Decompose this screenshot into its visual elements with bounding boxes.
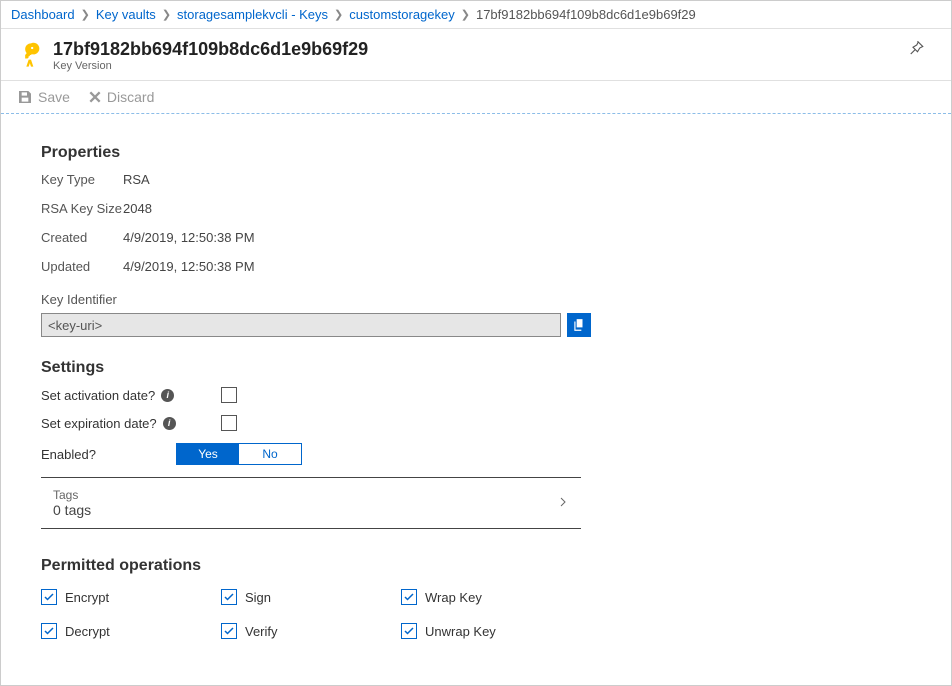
discard-label: Discard <box>107 89 154 105</box>
operation-label: Unwrap Key <box>425 624 496 639</box>
breadcrumb-link-key[interactable]: customstoragekey <box>349 7 455 22</box>
tags-row[interactable]: Tags 0 tags <box>41 478 581 529</box>
rsa-size-label: RSA Key Size <box>41 201 123 216</box>
chevron-right-icon: ❯ <box>334 8 343 21</box>
operation-sign[interactable]: Sign <box>221 589 401 605</box>
copy-icon <box>572 318 586 332</box>
settings-heading: Settings <box>41 359 911 377</box>
enabled-label: Enabled? <box>41 447 96 462</box>
checkbox-checked-icon <box>401 589 417 605</box>
breadcrumb: Dashboard ❯ Key vaults ❯ storagesamplekv… <box>1 1 951 29</box>
operation-label: Verify <box>245 624 278 639</box>
expiration-label: Set expiration date? <box>41 416 157 431</box>
operation-unwrap[interactable]: Unwrap Key <box>401 623 581 639</box>
save-icon <box>17 89 33 105</box>
key-type-value: RSA <box>123 172 911 187</box>
page-title: 17bf9182bb694f109b8dc6d1e9b69f29 <box>53 39 368 60</box>
activation-label: Set activation date? <box>41 388 155 403</box>
operations-heading: Permitted operations <box>41 557 911 575</box>
operation-verify[interactable]: Verify <box>221 623 401 639</box>
key-type-label: Key Type <box>41 172 123 187</box>
expiration-checkbox[interactable] <box>221 415 237 431</box>
key-identifier-input[interactable] <box>41 313 561 337</box>
operation-label: Wrap Key <box>425 590 482 605</box>
breadcrumb-link-keyvaults[interactable]: Key vaults <box>96 7 156 22</box>
key-identifier-label: Key Identifier <box>41 292 911 307</box>
rsa-size-value: 2048 <box>123 201 911 216</box>
page-subtitle: Key Version <box>53 60 368 72</box>
operation-wrap[interactable]: Wrap Key <box>401 589 581 605</box>
toolbar: Save Discard <box>1 81 951 114</box>
operation-decrypt[interactable]: Decrypt <box>41 623 221 639</box>
operation-encrypt[interactable]: Encrypt <box>41 589 221 605</box>
chevron-right-icon: ❯ <box>81 8 90 21</box>
activation-checkbox[interactable] <box>221 387 237 403</box>
info-icon[interactable]: i <box>161 389 174 402</box>
created-label: Created <box>41 230 123 245</box>
tags-label: Tags <box>53 488 91 502</box>
info-icon[interactable]: i <box>163 417 176 430</box>
breadcrumb-link-dashboard[interactable]: Dashboard <box>11 7 75 22</box>
checkbox-checked-icon <box>41 623 57 639</box>
save-button[interactable]: Save <box>17 89 70 105</box>
tags-count: 0 tags <box>53 502 91 518</box>
enabled-toggle[interactable]: Yes No <box>176 443 302 465</box>
updated-value: 4/9/2019, 12:50:38 PM <box>123 259 911 274</box>
enabled-yes[interactable]: Yes <box>177 444 239 464</box>
save-label: Save <box>38 89 70 105</box>
operation-label: Decrypt <box>65 624 110 639</box>
chevron-right-icon <box>557 495 569 512</box>
enabled-no[interactable]: No <box>239 444 301 464</box>
copy-button[interactable] <box>567 313 591 337</box>
operation-label: Encrypt <box>65 590 109 605</box>
checkbox-checked-icon <box>41 589 57 605</box>
checkbox-checked-icon <box>221 589 237 605</box>
checkbox-checked-icon <box>221 623 237 639</box>
key-icon <box>17 41 45 69</box>
breadcrumb-link-vault[interactable]: storagesamplekvcli - Keys <box>177 7 328 22</box>
chevron-right-icon: ❯ <box>162 8 171 21</box>
page-header: 17bf9182bb694f109b8dc6d1e9b69f29 Key Ver… <box>1 29 951 81</box>
properties-heading: Properties <box>41 144 911 162</box>
chevron-right-icon: ❯ <box>461 8 470 21</box>
breadcrumb-current: 17bf9182bb694f109b8dc6d1e9b69f29 <box>476 7 696 22</box>
created-value: 4/9/2019, 12:50:38 PM <box>123 230 911 245</box>
pin-button[interactable] <box>907 39 935 60</box>
checkbox-checked-icon <box>401 623 417 639</box>
updated-label: Updated <box>41 259 123 274</box>
discard-button[interactable]: Discard <box>88 89 154 105</box>
discard-icon <box>88 90 102 104</box>
operation-label: Sign <box>245 590 271 605</box>
